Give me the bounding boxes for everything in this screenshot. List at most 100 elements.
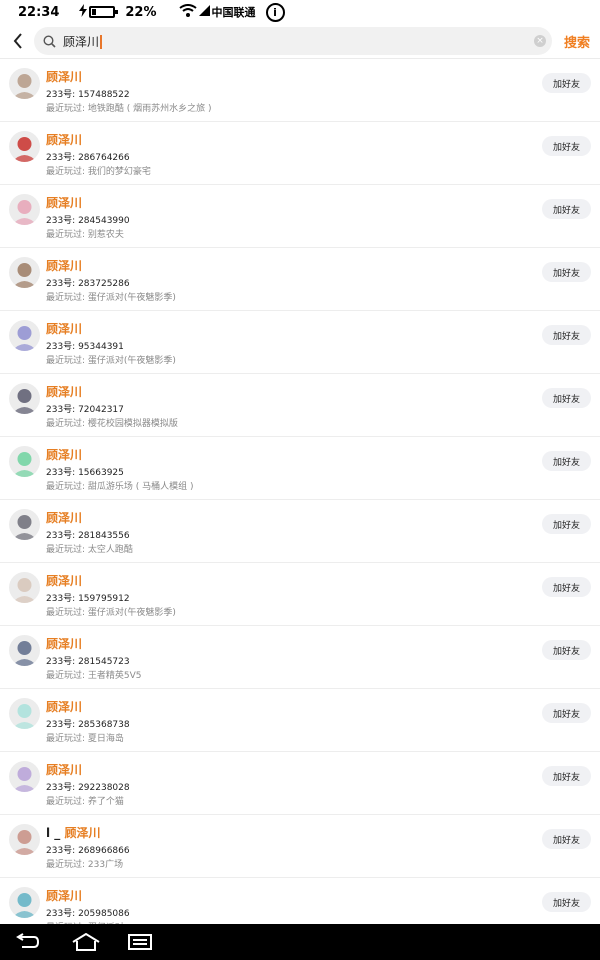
recently-played: 最近玩过: 233广场 bbox=[46, 860, 124, 870]
recently-played: 最近玩过: 别惹农夫 bbox=[46, 230, 124, 240]
avatar[interactable] bbox=[9, 68, 40, 99]
list-item[interactable]: 顾泽川 233号: 292238028 最近玩过: 养了个猫 加好友 bbox=[0, 752, 600, 815]
list-item[interactable]: 顾泽川 233号: 72042317 最近玩过: 樱花校园模拟器模拟版 加好友 bbox=[0, 374, 600, 437]
wifi-icon bbox=[178, 3, 197, 21]
user-name: 顾泽川 bbox=[46, 761, 82, 778]
user-id: 233号: 281843556 bbox=[46, 531, 130, 541]
user-name: 顾泽川 bbox=[46, 194, 82, 211]
user-id: 233号: 72042317 bbox=[46, 405, 124, 415]
list-item[interactable]: 顾泽川 233号: 95344391 最近玩过: 蛋仔派对(午夜魅影季) 加好友 bbox=[0, 311, 600, 374]
avatar[interactable] bbox=[9, 194, 40, 225]
add-friend-button[interactable]: 加好友 bbox=[542, 640, 591, 660]
status-time: 22:34 bbox=[18, 4, 60, 20]
avatar[interactable] bbox=[9, 446, 40, 477]
name-highlight: 顾泽川 bbox=[46, 574, 83, 588]
avatar[interactable] bbox=[9, 509, 40, 540]
search-button[interactable]: 搜索 bbox=[564, 32, 590, 51]
user-name: 顾泽川 bbox=[46, 887, 82, 904]
search-results-list[interactable]: 顾泽川 233号: 157488522 最近玩过: 地铁跑酷 ( 烟雨苏州水乡之旅 … bbox=[0, 59, 600, 924]
recently-played: 最近玩过: 蛋仔派对(午夜魅影季) bbox=[46, 293, 176, 303]
name-highlight: 顾泽川 bbox=[46, 700, 83, 714]
navigation-bar bbox=[0, 924, 600, 960]
name-highlight: 顾泽川 bbox=[46, 259, 83, 273]
name-highlight: 顾泽川 bbox=[46, 637, 83, 651]
user-id: 233号: 292238028 bbox=[46, 783, 130, 793]
name-highlight: 顾泽川 bbox=[46, 448, 83, 462]
add-friend-button[interactable]: 加好友 bbox=[542, 136, 591, 156]
recently-played: 最近玩过: 夏日海岛 bbox=[46, 734, 124, 744]
add-friend-button[interactable]: 加好友 bbox=[542, 892, 591, 912]
user-id: 233号: 281545723 bbox=[46, 657, 130, 667]
add-friend-button[interactable]: 加好友 bbox=[542, 829, 591, 849]
list-item[interactable]: 顾泽川 233号: 286764266 最近玩过: 我们的梦幻豪宅 加好友 bbox=[0, 122, 600, 185]
user-name: 顾泽川 bbox=[46, 68, 82, 85]
name-highlight: 顾泽川 bbox=[46, 322, 83, 336]
add-friend-button[interactable]: 加好友 bbox=[542, 451, 591, 471]
user-id: 233号: 157488522 bbox=[46, 90, 130, 100]
search-icon bbox=[43, 34, 57, 48]
user-name: 顾泽川 bbox=[46, 698, 82, 715]
add-friend-button[interactable]: 加好友 bbox=[542, 262, 591, 282]
avatar[interactable] bbox=[9, 257, 40, 288]
avatar[interactable] bbox=[9, 887, 40, 918]
avatar[interactable] bbox=[9, 824, 40, 855]
user-name: 顾泽川 bbox=[46, 320, 82, 337]
back-nav-icon[interactable] bbox=[9, 930, 45, 954]
recently-played: 最近玩过: 樱花校园模拟器模拟版 bbox=[46, 419, 178, 429]
chevron-left-icon bbox=[13, 33, 22, 49]
avatar[interactable] bbox=[9, 320, 40, 351]
text-cursor bbox=[100, 35, 103, 49]
user-id: 233号: 95344391 bbox=[46, 342, 124, 352]
recents-nav-icon[interactable] bbox=[122, 930, 158, 954]
user-id: 233号: 205985086 bbox=[46, 909, 130, 919]
list-item[interactable]: 顾泽川 233号: 159795912 最近玩过: 蛋仔派对(午夜魅影季) 加好友 bbox=[0, 563, 600, 626]
recently-played: 最近玩过: 太空人跑酷 bbox=[46, 545, 133, 555]
list-item[interactable]: 顾泽川 233号: 281843556 最近玩过: 太空人跑酷 加好友 bbox=[0, 500, 600, 563]
charging-icon bbox=[79, 3, 88, 21]
user-id: 233号: 268966866 bbox=[46, 846, 130, 856]
name-highlight: 顾泽川 bbox=[46, 511, 83, 525]
list-item[interactable]: 顾泽川 233号: 283725286 最近玩过: 蛋仔派对(午夜魅影季) 加好友 bbox=[0, 248, 600, 311]
add-friend-button[interactable]: 加好友 bbox=[542, 766, 591, 786]
recently-played: 最近玩过: 王者精英5V5 bbox=[46, 671, 142, 681]
back-button[interactable] bbox=[8, 31, 28, 51]
list-item[interactable]: 顾泽川 233号: 15663925 最近玩过: 甜瓜游乐场 ( 马桶人模组 ) 加好… bbox=[0, 437, 600, 500]
list-item[interactable]: l _ 顾泽川 233号: 268966866 最近玩过: 233广场 加好友 bbox=[0, 815, 600, 878]
avatar[interactable] bbox=[9, 572, 40, 603]
name-highlight: 顾泽川 bbox=[46, 763, 83, 777]
list-item[interactable]: 顾泽川 233号: 285368738 最近玩过: 夏日海岛 加好友 bbox=[0, 689, 600, 752]
user-id: 233号: 283725286 bbox=[46, 279, 130, 289]
avatar[interactable] bbox=[9, 635, 40, 666]
name-highlight: 顾泽川 bbox=[64, 826, 101, 840]
status-bar: 22:34 22% 中国联通 i bbox=[0, 0, 600, 24]
avatar[interactable] bbox=[9, 698, 40, 729]
add-friend-button[interactable]: 加好友 bbox=[542, 388, 591, 408]
search-input[interactable]: 顾泽川 × bbox=[34, 27, 552, 55]
name-highlight: 顾泽川 bbox=[46, 133, 83, 147]
user-name: l _ 顾泽川 bbox=[46, 824, 101, 841]
recently-played: 最近玩过: 地铁跑酷 ( 烟雨苏州水乡之旅 ) bbox=[46, 104, 212, 114]
clear-icon[interactable]: × bbox=[534, 35, 546, 47]
add-friend-button[interactable]: 加好友 bbox=[542, 514, 591, 534]
add-friend-button[interactable]: 加好友 bbox=[542, 577, 591, 597]
add-friend-button[interactable]: 加好友 bbox=[542, 325, 591, 345]
list-item[interactable]: 顾泽川 233号: 281545723 最近玩过: 王者精英5V5 加好友 bbox=[0, 626, 600, 689]
add-friend-button[interactable]: 加好友 bbox=[542, 73, 591, 93]
signal-icon bbox=[198, 5, 210, 19]
avatar[interactable] bbox=[9, 131, 40, 162]
avatar[interactable] bbox=[9, 761, 40, 792]
user-id: 233号: 159795912 bbox=[46, 594, 130, 604]
add-friend-button[interactable]: 加好友 bbox=[542, 703, 591, 723]
recently-played: 最近玩过: 养了个猫 bbox=[46, 797, 124, 807]
search-header: 顾泽川 × 搜索 bbox=[0, 24, 600, 58]
user-name: 顾泽川 bbox=[46, 257, 82, 274]
list-item[interactable]: 顾泽川 233号: 284543990 最近玩过: 别惹农夫 加好友 bbox=[0, 185, 600, 248]
search-query: 顾泽川 bbox=[63, 33, 103, 50]
add-friend-button[interactable]: 加好友 bbox=[542, 199, 591, 219]
avatar[interactable] bbox=[9, 383, 40, 414]
user-name: 顾泽川 bbox=[46, 635, 82, 652]
list-item[interactable]: 顾泽川 233号: 157488522 最近玩过: 地铁跑酷 ( 烟雨苏州水乡之旅 … bbox=[0, 59, 600, 122]
list-item[interactable]: 顾泽川233号: 205985086最近玩过: 蛋仔派对加好友 bbox=[0, 878, 600, 924]
home-nav-icon[interactable] bbox=[68, 930, 104, 954]
user-name: 顾泽川 bbox=[46, 383, 82, 400]
